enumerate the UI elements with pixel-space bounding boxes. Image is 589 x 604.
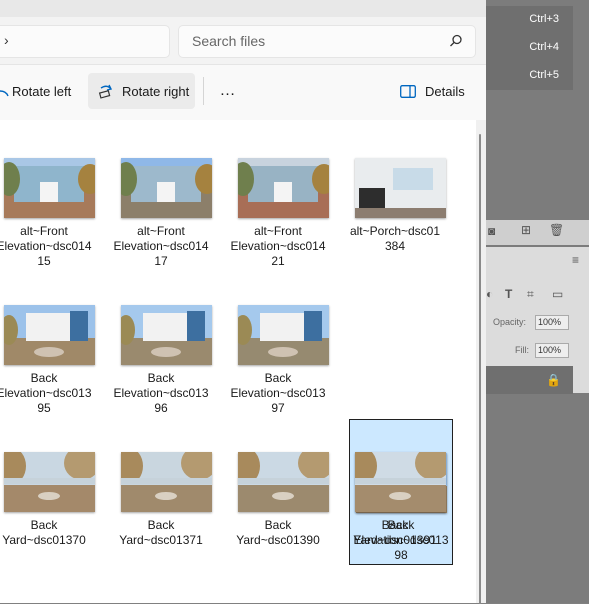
more-options-button[interactable]: … <box>212 73 244 109</box>
ps-layer-row[interactable]: 🔒 <box>486 366 573 394</box>
opacity-field[interactable]: 100% <box>535 315 569 330</box>
photo-thumbnail <box>121 158 212 218</box>
file-name: Back Yard~dsc01391 <box>353 518 437 547</box>
rotate-right-icon <box>98 84 113 99</box>
details-label: Details <box>425 83 465 99</box>
scroll-thumb[interactable] <box>479 134 481 604</box>
fill-field[interactable]: 100% <box>535 343 569 358</box>
fill-label: Fill: <box>515 345 529 355</box>
lock-icon: 🔒 <box>546 373 561 387</box>
vertical-scrollbar[interactable] <box>476 120 486 604</box>
photo-thumbnail <box>121 452 212 512</box>
photo-thumbnail <box>121 305 212 365</box>
photo-thumbnail <box>4 305 95 365</box>
rotate-left-icon <box>0 90 9 97</box>
photo-thumbnail <box>355 158 446 218</box>
photo-thumbnail <box>238 158 329 218</box>
ps-menu-item[interactable]: Ctrl+5 <box>486 62 573 90</box>
photo-thumbnail <box>238 452 329 512</box>
ps-menu-item[interactable]: Ctrl+4 <box>486 34 573 62</box>
file-name: alt~Front Elevation~dsc014 17 <box>113 224 209 268</box>
search-box[interactable] <box>178 25 476 58</box>
file-name: Back Elevation~dsc013 97 <box>230 371 326 415</box>
file-name: alt~Front Elevation~dsc014 21 <box>230 224 326 268</box>
file-item[interactable]: Back Yard~dsc01391 <box>343 414 447 560</box>
type-icon[interactable]: T <box>505 287 512 301</box>
menu-icon[interactable]: ≡ <box>572 253 579 267</box>
opacity-label: Opacity: <box>493 317 527 327</box>
photo-thumbnail <box>4 158 95 218</box>
file-item[interactable]: alt~Front Elevation~dsc014 21 <box>226 120 330 268</box>
transform-icon[interactable]: ⌗ <box>527 287 534 302</box>
more-icon: … <box>219 82 237 99</box>
photoshop-background: Ctrl+3 Ctrl+4 Ctrl+5 ◙ ⊞ 🗑 ≡ ◐ T ⌗ ▭ Opa… <box>486 0 589 603</box>
rotate-right-button[interactable]: Rotate right <box>88 73 195 109</box>
file-name: Back Elevation~dsc013 96 <box>113 371 209 415</box>
file-item[interactable]: Back Elevation~dsc013 95 <box>0 267 96 415</box>
ps-shortcut: Ctrl+3 <box>529 13 559 25</box>
details-button[interactable]: Details <box>396 73 468 109</box>
photo-thumbnail <box>238 305 329 365</box>
new-icon[interactable]: ⊞ <box>521 223 531 237</box>
rotate-right-label: Rotate right <box>122 83 190 99</box>
file-grid: alt~Front Elevation~dsc014 15 alt~Front E… <box>0 120 476 603</box>
ps-shortcut: Ctrl+4 <box>529 41 559 53</box>
toolbar-separator <box>203 77 204 105</box>
file-explorer-window: › Rotate left Rotate right … <box>0 0 486 604</box>
rotate-left-label: Rotate left <box>12 83 72 99</box>
photo-thumbnail <box>355 452 446 512</box>
smart-object-icon[interactable]: ▭ <box>552 287 563 301</box>
file-name: Back Elevation~dsc013 95 <box>0 371 92 415</box>
address-bar[interactable]: › <box>0 25 170 58</box>
rotate-left-button[interactable]: Rotate left <box>0 73 80 109</box>
shape-icon[interactable]: ◐ <box>486 287 493 301</box>
ps-menu-item[interactable]: Ctrl+3 <box>486 6 573 34</box>
file-item[interactable]: Back Elevation~dsc013 97 <box>226 267 330 415</box>
file-name: alt~Front Elevation~dsc014 15 <box>0 224 92 268</box>
details-pane-icon <box>400 84 416 98</box>
file-item[interactable]: alt~Front Elevation~dsc014 15 <box>0 120 96 268</box>
ps-panel-header: ◙ ⊞ 🗑 <box>486 220 589 245</box>
file-name: Back Yard~dsc01370 <box>2 518 86 547</box>
ps-shortcut: Ctrl+5 <box>529 69 559 81</box>
file-name: Back Yard~dsc01390 <box>236 518 320 547</box>
trash-icon[interactable]: 🗑 <box>549 223 564 237</box>
title-bar[interactable] <box>0 0 486 17</box>
search-icon[interactable] <box>449 34 463 48</box>
file-item[interactable]: Back Yard~dsc01371 <box>109 414 213 560</box>
file-item[interactable]: Back Yard~dsc01370 <box>0 414 96 560</box>
photo-thumbnail <box>4 452 95 512</box>
file-item[interactable]: alt~Porch~dsc01 384 <box>343 120 447 266</box>
search-input[interactable] <box>192 33 432 49</box>
camera-icon[interactable]: ◙ <box>488 224 495 238</box>
command-bar: Rotate left Rotate right … Details <box>0 64 486 121</box>
file-name: Back Yard~dsc01371 <box>119 518 203 547</box>
file-name: alt~Porch~dsc01 384 <box>349 224 441 253</box>
file-item[interactable]: Back Elevation~dsc013 96 <box>109 267 213 415</box>
file-item[interactable]: alt~Front Elevation~dsc014 17 <box>109 120 213 268</box>
file-item[interactable]: Back Yard~dsc01390 <box>226 414 330 560</box>
chevron-right-icon[interactable]: › <box>4 32 9 48</box>
